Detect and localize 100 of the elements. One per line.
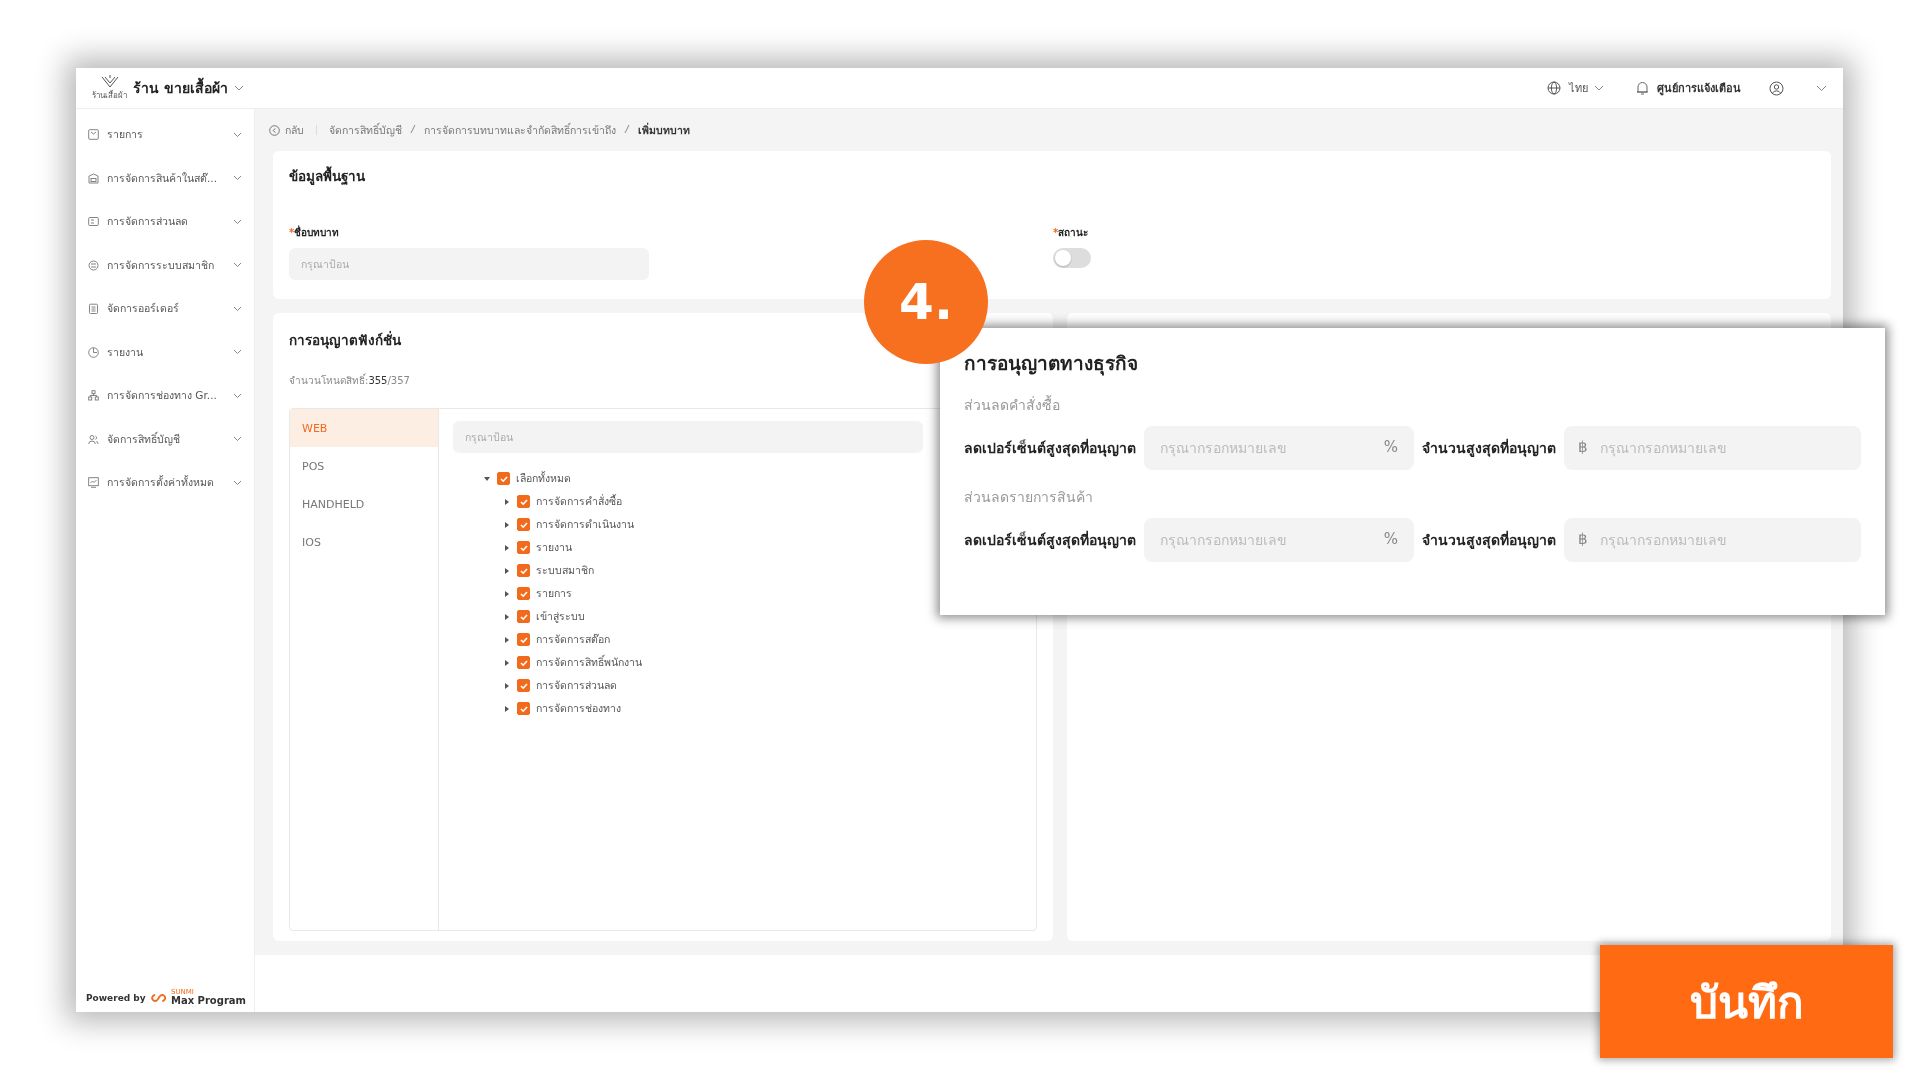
subsection-title: ส่วนลดรายการสินค้า (964, 488, 1094, 507)
caret-icon (1594, 85, 1604, 91)
checkbox[interactable] (517, 679, 530, 692)
tree-item-label: รายงาน (536, 540, 572, 555)
breadcrumb-separator-icon (410, 124, 416, 136)
expand-caret-icon[interactable] (483, 474, 491, 483)
breadcrumb-link[interactable]: เพิ่มบทบาท (638, 121, 690, 139)
section-title: ข้อมูลพื้นฐาน (289, 165, 366, 187)
caret-icon (233, 392, 242, 399)
subsection-title: ส่วนลดคำสั่งซื้อ (964, 394, 1061, 415)
tree-item-label: ระบบสมาชิก (536, 563, 594, 578)
store-icon (88, 172, 99, 184)
expand-caret-icon[interactable] (503, 520, 511, 529)
hanger-logo-icon (99, 74, 120, 89)
expand-caret-icon[interactable] (503, 589, 511, 598)
expand-caret-icon[interactable] (503, 612, 511, 621)
store-selector[interactable]: ร้าน ขายเสื้อผ้า (133, 77, 244, 99)
role-name-field[interactable]: กรุณาป้อน (289, 248, 649, 280)
breadcrumb-separator-icon (624, 124, 630, 136)
caret-icon (233, 175, 242, 182)
field-label: ลดเปอร์เซ็นต์สูงสุดที่อนุญาต (964, 529, 1136, 551)
field-label: *ชื่อบทบาท (289, 225, 341, 240)
users-icon (88, 433, 99, 445)
checkbox[interactable] (517, 610, 530, 623)
caret-icon (233, 436, 242, 443)
platform-tab[interactable]: POS (290, 447, 438, 485)
sidebar-item[interactable]: จัดการสิทธิ์บัญชี (76, 417, 254, 461)
tree-item-label: รายการ (536, 586, 572, 601)
sidebar-item[interactable]: การจัดการระบบสมาชิก (76, 243, 254, 287)
caret-icon[interactable] (1816, 84, 1827, 92)
language-selector[interactable]: ไทย (1569, 79, 1604, 97)
field-label: *สถานะ (1053, 226, 1090, 240)
percent-unit: % (1383, 530, 1398, 548)
caret-icon (233, 479, 242, 486)
caret-icon (233, 218, 242, 225)
tree-item-label: การจัดการสิทธิ์พนักงาน (536, 654, 642, 670)
back-link[interactable]: กลับ (269, 121, 304, 139)
currency-unit: ฿ (1578, 530, 1588, 548)
checkbox[interactable] (497, 472, 510, 485)
breadcrumb-link[interactable]: การจัดการบทบาทและจำกัดสิทธิ์การเข้าถึง (424, 121, 616, 139)
platform-tab[interactable]: HANDHELD (290, 485, 438, 523)
brand-name: Max Program (170, 996, 246, 1006)
expand-caret-icon[interactable] (503, 497, 511, 506)
checkbox[interactable] (517, 518, 530, 531)
checkbox[interactable] (517, 587, 530, 600)
caret-icon (233, 85, 244, 91)
clock-icon (88, 346, 99, 358)
search-field[interactable]: กรุณาป้อน (453, 421, 923, 453)
expand-caret-icon[interactable] (503, 566, 511, 575)
sidebar-item[interactable]: การจัดการตั้งค่าทั้งหมด (76, 461, 254, 505)
checkbox[interactable] (517, 541, 530, 554)
clipboard-icon (88, 303, 99, 315)
currency-unit: ฿ (1578, 438, 1588, 456)
tree-item-label: เลือกทั้งหมด (516, 470, 571, 486)
field-label: ลดเปอร์เซ็นต์สูงสุดที่อนุญาต (964, 437, 1136, 459)
inbox-icon (88, 129, 99, 141)
notification-center-link[interactable]: ศูนย์การแจ้งเตือน (1657, 79, 1741, 97)
expand-caret-icon[interactable] (503, 543, 511, 552)
expand-caret-icon[interactable] (503, 704, 511, 713)
sidebar-item[interactable]: จัดการออร์เดอร์ (76, 287, 254, 331)
tree-item-label: การจัดการส่วนลด (536, 678, 617, 693)
bell-icon[interactable] (1636, 81, 1649, 95)
section-title: การอนุญาตฟังก์ชั่น (289, 330, 402, 351)
expand-caret-icon[interactable] (503, 635, 511, 644)
tree-item-label: การจัดการสต๊อก (536, 632, 610, 647)
field-label: จำนวนสูงสุดที่อนุญาต (1422, 437, 1556, 459)
tree-item-label: การจัดการช่องทาง (536, 701, 621, 716)
checkbox[interactable] (517, 633, 530, 646)
checkbox[interactable] (517, 656, 530, 669)
tree-item-label: การจัดการคำสั่งซื้อ (536, 493, 622, 509)
field-label: จำนวนสูงสุดที่อนุญาต (1422, 529, 1556, 551)
tree-item-label: เข้าสู่ระบบ (536, 609, 585, 625)
sidebar-item[interactable]: การจัดการช่องทาง Gr... (76, 374, 254, 418)
expand-caret-icon[interactable] (503, 658, 511, 667)
caret-icon (233, 262, 242, 269)
permission-count: จำนวนโหนดสิทธิ์:355/357 (289, 373, 411, 388)
caret-icon (233, 349, 242, 356)
checkbox[interactable] (517, 702, 530, 715)
platform-tab[interactable]: IOS (290, 523, 438, 561)
checkbox[interactable] (517, 495, 530, 508)
caret-icon (233, 131, 242, 138)
chart-icon (88, 477, 99, 489)
network-icon (88, 390, 99, 402)
logo-caption: ร้านเสื้อผ้า (92, 89, 127, 102)
user-avatar-icon[interactable] (1769, 80, 1784, 96)
expand-caret-icon[interactable] (503, 681, 511, 690)
breadcrumb-link[interactable]: จัดการสิทธิ์บัญชี (329, 121, 402, 139)
sidebar-item[interactable]: การจัดการสินค้าในสต๊... (76, 156, 254, 200)
ticket-icon (88, 216, 99, 228)
sidebar-item[interactable]: รายงาน (76, 330, 254, 374)
status-toggle[interactable] (1053, 248, 1091, 268)
sidebar-item[interactable]: รายการ (76, 113, 254, 157)
member-icon (88, 259, 99, 271)
powered-by-text: Powered by (86, 992, 146, 1003)
globe-icon[interactable] (1547, 81, 1561, 95)
tree-item-label: การจัดการดำเนินงาน (536, 517, 634, 532)
checkbox[interactable] (517, 564, 530, 577)
percent-unit: % (1383, 438, 1398, 456)
sidebar-item[interactable]: การจัดการส่วนลด (76, 200, 254, 244)
caret-icon (233, 305, 242, 312)
